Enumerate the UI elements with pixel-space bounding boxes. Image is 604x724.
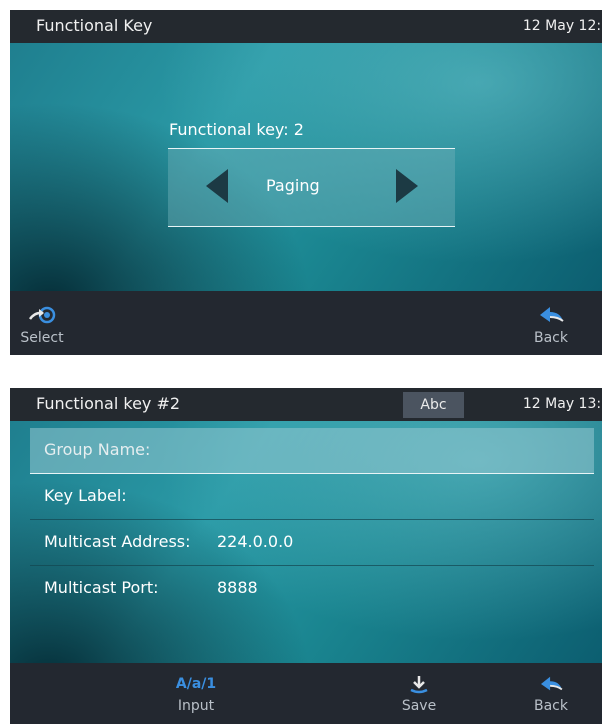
content-area: Group Name: Key Label: Multicast Address… (10, 421, 602, 663)
back-softkey[interactable]: Back (528, 674, 574, 714)
input-mode-indicator: A/a/1 (175, 676, 217, 692)
selector-value: Paging (266, 176, 320, 195)
input-softkey-label: Input (177, 698, 215, 714)
multicast-port-label: Multicast Port: (44, 578, 159, 597)
multicast-address-label: Multicast Address: (44, 532, 191, 551)
arrow-right-icon[interactable] (396, 169, 418, 203)
save-softkey-label: Save (401, 698, 437, 714)
select-softkey-label: Select (20, 330, 64, 346)
date-time: 12 May 13:5 (522, 396, 602, 412)
date-time: 12 May 12:1 (522, 18, 602, 34)
select-softkey[interactable]: Select (20, 304, 64, 346)
save-softkey[interactable]: Save (397, 674, 441, 714)
content-area: Functional key: 2 Paging (10, 43, 602, 291)
group-name-row[interactable]: Group Name: (30, 428, 594, 474)
back-icon (528, 674, 574, 694)
multicast-address-input[interactable]: 224.0.0.0 (217, 532, 293, 551)
group-name-label: Group Name: (44, 440, 151, 459)
input-mode-badge: Abc (403, 392, 464, 418)
key-type-selector[interactable]: Paging (168, 148, 455, 227)
multicast-address-row[interactable]: Multicast Address: 224.0.0.0 (30, 520, 594, 566)
select-icon (20, 304, 64, 326)
screen-title: Functional key #2 (36, 394, 181, 413)
back-softkey-label: Back (534, 330, 568, 346)
key-label-label: Key Label: (44, 486, 127, 505)
key-label-row[interactable]: Key Label: (30, 474, 594, 520)
softkey-bar: A/a/1 Input Save Back (10, 663, 602, 724)
multicast-port-row[interactable]: Multicast Port: 8888 (30, 566, 594, 611)
back-softkey[interactable]: Back (528, 304, 574, 346)
functional-key-screen: Functional Key 12 May 12:1 Functional ke… (10, 10, 602, 355)
back-icon (528, 304, 574, 326)
save-icon (397, 674, 441, 694)
multicast-port-input[interactable]: 8888 (217, 578, 258, 597)
softkey-bar: Select Back (10, 291, 602, 355)
functional-key-label: Functional key: 2 (169, 120, 304, 139)
title-bar: Functional key #2 Abc 12 May 13:5 (10, 388, 602, 421)
back-softkey-label: Back (534, 698, 568, 714)
arrow-left-icon[interactable] (206, 169, 228, 203)
screen-title: Functional Key (36, 16, 153, 35)
title-bar: Functional Key 12 May 12:1 (10, 10, 602, 43)
functional-key-detail-screen: Functional key #2 Abc 12 May 13:5 Group … (10, 388, 602, 724)
input-softkey[interactable]: A/a/1 Input (166, 674, 226, 714)
